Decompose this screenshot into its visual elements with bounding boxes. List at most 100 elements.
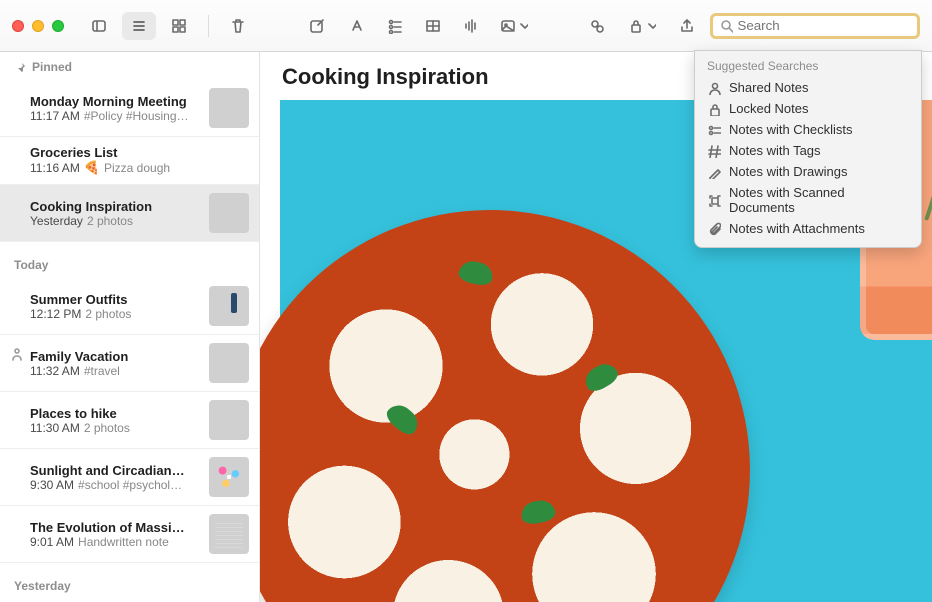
hashtag-icon [707,144,721,158]
note-detail: #travel [84,364,120,378]
emoji-icon: 🍕 [84,160,100,176]
suggested-drawings[interactable]: Notes with Drawings [695,161,921,182]
photo-basil [520,498,557,526]
suggested-tags[interactable]: Notes with Tags [695,140,921,161]
checklist-icon [707,123,721,137]
window-titlebar [0,0,932,52]
note-item-monday-meeting[interactable]: Monday Morning Meeting 11:17 AM #Policy … [0,80,259,137]
compose-icon [309,18,325,34]
note-item-vacation[interactable]: Family Vacation 11:32 AM #travel [0,335,259,392]
search-field[interactable] [710,13,920,39]
shared-icon [10,347,24,361]
note-time: 11:30 AM [30,421,80,435]
audio-button[interactable] [454,12,488,40]
suggested-item-label: Notes with Scanned Documents [729,185,909,215]
lock-button[interactable] [620,12,664,40]
suggested-item-label: Notes with Attachments [729,221,865,236]
note-thumbnail [209,343,249,383]
chevron-down-icon [646,18,656,34]
photo-basil [580,359,620,395]
scan-icon [707,193,721,207]
notes-list[interactable]: Pinned Monday Morning Meeting 11:17 AM #… [0,52,260,602]
pencil-icon [707,165,721,179]
suggested-checklists[interactable]: Notes with Checklists [695,119,921,140]
note-title: Sunlight and Circadian… [30,463,201,478]
sidebar-icon [91,18,107,34]
suggested-scanned[interactable]: Notes with Scanned Documents [695,182,921,218]
share-icon [679,18,695,34]
separator [208,15,209,37]
note-item-groceries[interactable]: Groceries List 11:16 AM 🍕 Pizza dough [0,137,259,185]
view-list-button[interactable] [122,12,156,40]
pin-icon [14,61,26,73]
note-detail: 2 photos [87,214,133,228]
note-time: Yesterday [30,214,83,228]
maximize-button[interactable] [52,20,64,32]
note-thumbnail [209,193,249,233]
note-thumbnail [209,286,249,326]
grid-icon [171,18,187,34]
photo-basil [383,399,423,438]
table-icon [425,18,441,34]
note-item-outfits[interactable]: Summer Outfits 12:12 PM 2 photos [0,278,259,335]
trash-icon [230,18,246,34]
note-thumbnail [209,88,249,128]
note-item-cooking[interactable]: Cooking Inspiration Yesterday 2 photos [0,185,259,242]
note-time: 11:17 AM [30,109,80,123]
suggested-shared-notes[interactable]: Shared Notes [695,77,921,98]
delete-button[interactable] [221,12,255,40]
note-title: Summer Outfits [30,292,201,307]
view-gallery-button[interactable] [162,12,196,40]
note-title: Monday Morning Meeting [30,94,201,109]
note-item-evolution[interactable]: The Evolution of Massi… 9:01 AM Handwrit… [0,506,259,563]
note-item-sunlight[interactable]: Sunlight and Circadian… 9:30 AM #school … [0,449,259,506]
checklist-icon [387,18,403,34]
note-time: 12:12 PM [30,307,81,321]
section-label: Today [14,258,48,272]
suggested-header: Suggested Searches [695,57,921,77]
shared-icon [707,81,721,95]
chevron-down-icon [518,18,528,34]
photo-icon [500,18,516,34]
suggested-item-label: Notes with Drawings [729,164,848,179]
share-button[interactable] [670,12,704,40]
note-title: Groceries List [30,145,249,160]
note-detail: Handwritten note [78,535,169,549]
note-title: Places to hike [30,406,201,421]
note-title: Family Vacation [30,349,201,364]
section-label: Yesterday [14,579,71,593]
note-time: 11:16 AM [30,161,80,175]
lock-icon [628,18,644,34]
link-note-button[interactable] [580,12,614,40]
section-label: Pinned [32,60,72,74]
link-icon [589,18,605,34]
toggle-sidebar-button[interactable] [82,12,116,40]
note-time: 9:30 AM [30,478,74,492]
note-detail: 2 photos [84,421,130,435]
suggested-item-label: Notes with Checklists [729,122,853,137]
search-input[interactable] [737,18,911,33]
new-note-button[interactable] [300,12,334,40]
search-icon [719,18,733,34]
table-button[interactable] [416,12,450,40]
suggested-item-label: Shared Notes [729,80,809,95]
suggested-locked-notes[interactable]: Locked Notes [695,98,921,119]
format-tools [340,12,536,40]
suggested-attachments[interactable]: Notes with Attachments [695,218,921,239]
note-time: 11:32 AM [30,364,80,378]
yesterday-section-header: Yesterday [0,563,259,599]
note-thumbnail [209,514,249,554]
media-button[interactable] [492,12,536,40]
note-title: Cooking Inspiration [30,199,201,214]
minimize-button[interactable] [32,20,44,32]
photo-basil [457,259,495,288]
photo-pizza [260,210,750,602]
note-item-hike[interactable]: Places to hike 11:30 AM 2 photos [0,392,259,449]
note-title: The Evolution of Massi… [30,520,201,535]
note-detail: Pizza dough [104,161,170,175]
pinned-section-header: Pinned [0,52,259,80]
text-format-button[interactable] [340,12,374,40]
window-controls [12,20,64,32]
checklist-button[interactable] [378,12,412,40]
close-button[interactable] [12,20,24,32]
